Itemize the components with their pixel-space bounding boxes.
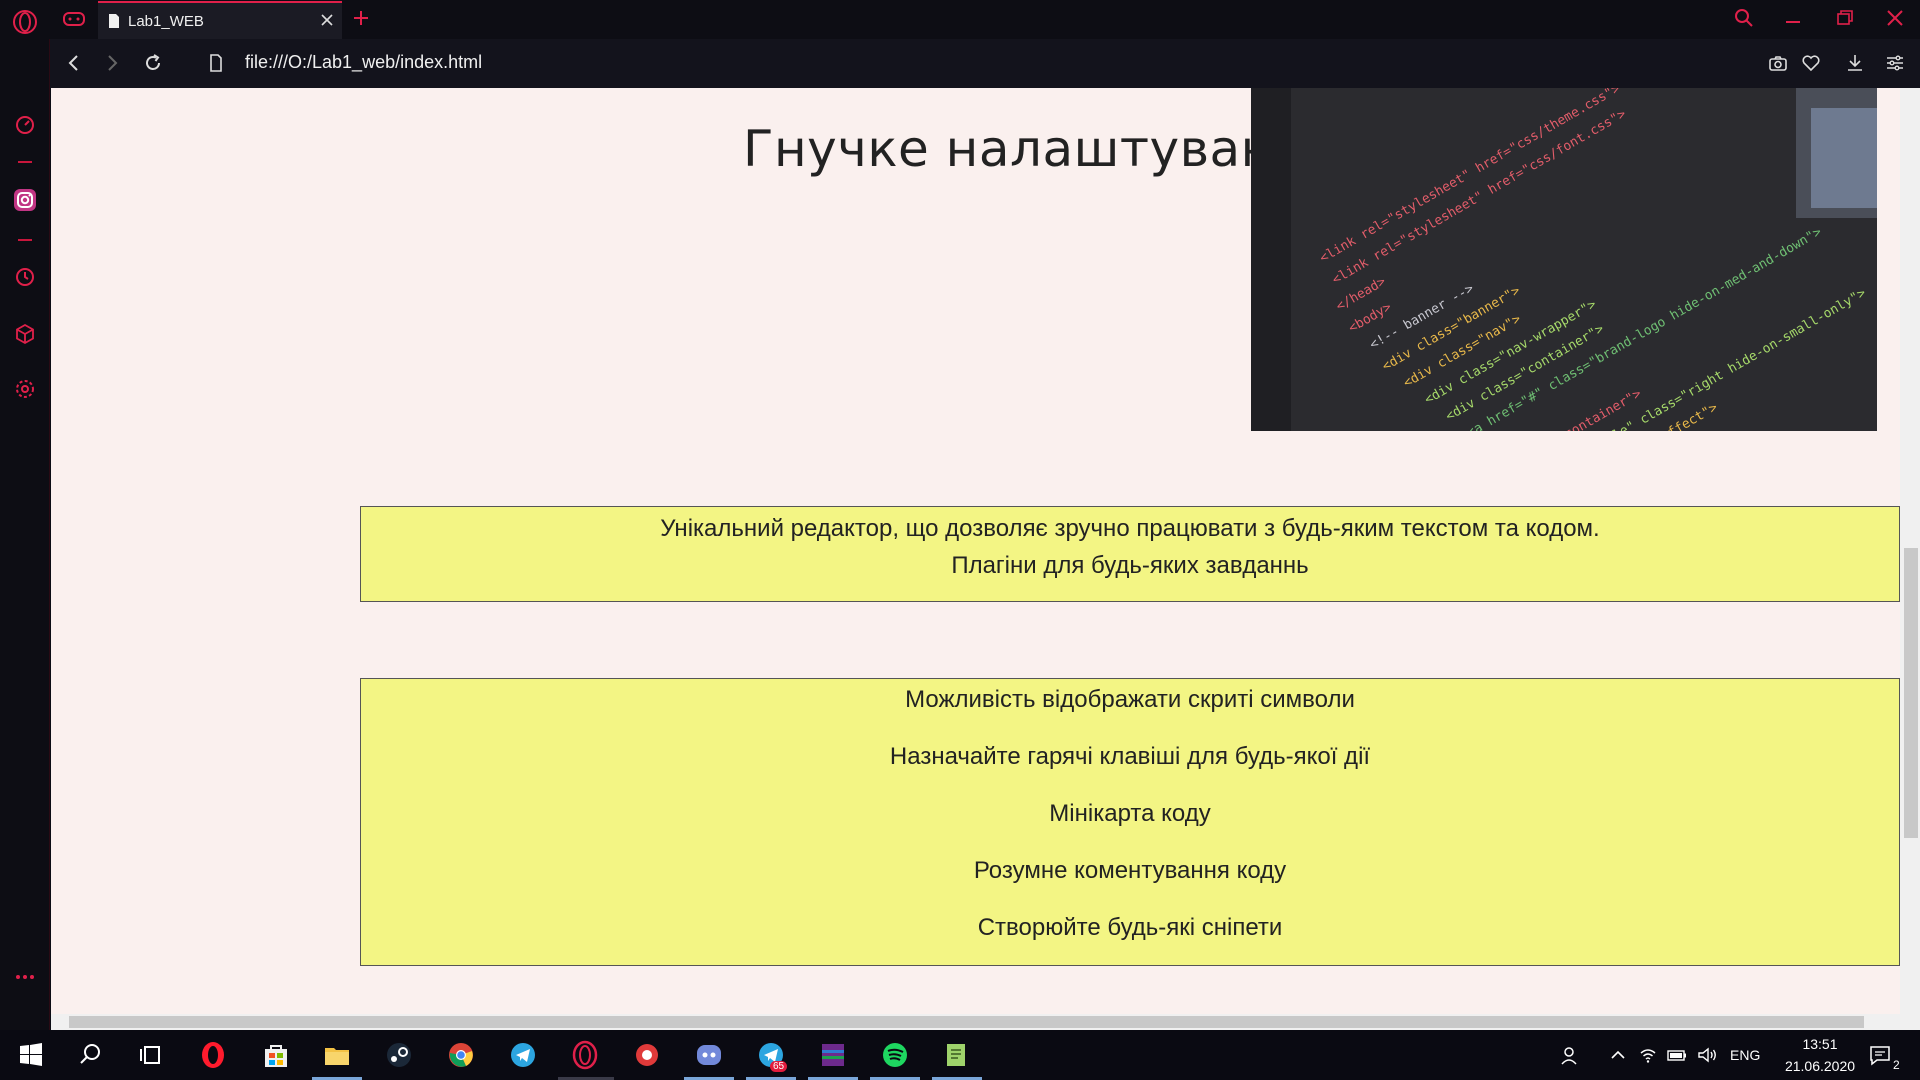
chrome-icon[interactable] <box>446 1040 476 1070</box>
reload-icon[interactable] <box>143 53 163 73</box>
discord-icon[interactable] <box>694 1040 724 1070</box>
more-icon[interactable] <box>13 965 37 989</box>
sidebar-divider <box>18 161 32 163</box>
code-screenshot-image: <link rel="stylesheet" href="css/theme.c… <box>1251 88 1877 431</box>
volume-icon[interactable] <box>1696 1045 1718 1065</box>
feature-item: Створюйте будь-які сніпети <box>977 914 1283 941</box>
sidebar-divider <box>18 239 32 241</box>
box-line: Унікальний редактор, що дозволяє зручно … <box>660 515 1600 542</box>
downloads-icon[interactable] <box>1845 53 1865 73</box>
start-icon[interactable] <box>16 1040 46 1070</box>
snapshot-icon[interactable] <box>1768 53 1788 73</box>
page-title: Гнучке налаштування <box>743 119 1338 178</box>
feature-item: Розумне коментування коду <box>973 857 1287 884</box>
clock-time[interactable]: 13:51 <box>1790 1036 1850 1052</box>
code-picture: <link rel="stylesheet" href="css/theme.c… <box>1251 88 1877 431</box>
task-view-icon[interactable] <box>136 1040 166 1070</box>
bookmark-heart-icon[interactable] <box>1801 53 1821 73</box>
new-tab-icon[interactable] <box>352 9 370 27</box>
notification-center-icon[interactable] <box>1868 1043 1892 1067</box>
telegram-unread-badge: 65 <box>770 1061 788 1072</box>
feature-item: Мінікарта коду <box>1049 800 1211 827</box>
feature-item: Можливість відображати скриті символи <box>905 686 1355 713</box>
unknown-app-icon[interactable] <box>632 1040 662 1070</box>
settings-icon[interactable] <box>13 377 37 401</box>
tab-title: Lab1_WEB <box>128 13 204 30</box>
steam-icon[interactable] <box>384 1040 414 1070</box>
wifi-icon[interactable] <box>1638 1045 1658 1065</box>
close-tab-icon[interactable] <box>320 13 334 27</box>
vertical-scroll-thumb[interactable] <box>1904 548 1918 838</box>
winrar-icon[interactable] <box>818 1040 848 1070</box>
taskbar: 65 ENG 13:51 21.06.2020 2 <box>0 1030 1920 1080</box>
restore-icon[interactable] <box>1834 8 1856 28</box>
page-info-icon[interactable] <box>206 53 226 73</box>
address-toolbar: file:///O:/Lab1_web/index.html <box>50 39 1920 88</box>
page-viewport: Гнучке налаштування <link rel="styleshee… <box>51 88 1900 1014</box>
vertical-scrollbar[interactable] <box>1900 88 1920 1014</box>
box-line: Плагіни для будь-яких завданнь <box>951 552 1309 579</box>
spotify-icon[interactable] <box>880 1040 910 1070</box>
features-box: Можливість відображати скриті символи На… <box>360 678 1900 966</box>
speed-dial-icon[interactable] <box>13 113 37 137</box>
opera-gx-icon[interactable] <box>570 1040 600 1070</box>
gx-corner-icon[interactable] <box>62 10 86 28</box>
title-bar: Lab1_WEB <box>0 0 1920 39</box>
language-indicator[interactable]: ENG <box>1730 1047 1760 1063</box>
notification-count: 2 <box>1893 1058 1900 1072</box>
notepad-icon[interactable] <box>942 1040 972 1070</box>
back-icon[interactable] <box>64 53 84 73</box>
clock-date[interactable]: 21.06.2020 <box>1778 1058 1862 1074</box>
forward-icon[interactable] <box>102 53 122 73</box>
horizontal-scroll-thumb[interactable] <box>69 1016 1864 1028</box>
address-bar[interactable]: file:///O:/Lab1_web/index.html <box>245 52 482 73</box>
file-explorer-icon[interactable] <box>322 1040 352 1070</box>
horizontal-scrollbar[interactable] <box>51 1014 1920 1030</box>
opera-icon[interactable] <box>198 1040 228 1070</box>
search-tabs-icon[interactable] <box>1734 8 1754 28</box>
easy-setup-icon[interactable] <box>1885 53 1905 73</box>
store-icon[interactable] <box>261 1040 291 1070</box>
telegram-icon[interactable] <box>508 1040 538 1070</box>
people-icon[interactable] <box>1560 1044 1582 1066</box>
extensions-icon[interactable] <box>13 322 37 346</box>
history-icon[interactable] <box>13 265 37 289</box>
document-icon <box>109 14 119 28</box>
minimize-icon[interactable] <box>1782 8 1804 28</box>
search-icon[interactable] <box>76 1040 106 1070</box>
instagram-icon[interactable] <box>13 188 37 212</box>
tab-lab1-web[interactable]: Lab1_WEB <box>98 1 342 39</box>
sidebar <box>0 39 50 1030</box>
tray-chevron-up-icon[interactable] <box>1608 1045 1628 1065</box>
editor-description-box: Унікальний редактор, що дозволяє зручно … <box>360 506 1900 602</box>
opera-menu-icon[interactable] <box>12 9 38 35</box>
feature-item: Назначайте гарячі клавіші для будь-якої … <box>889 743 1371 770</box>
close-window-icon[interactable] <box>1884 8 1906 28</box>
battery-icon[interactable] <box>1666 1045 1688 1065</box>
